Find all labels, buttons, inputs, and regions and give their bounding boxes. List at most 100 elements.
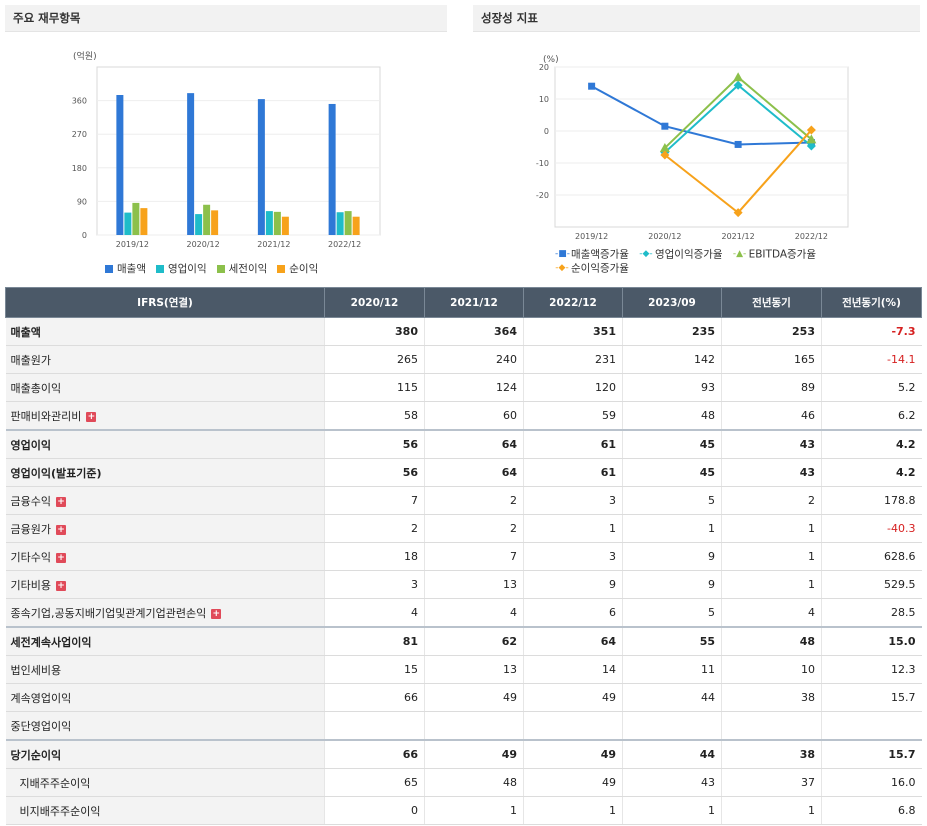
table-cell: 1 xyxy=(523,514,623,543)
table-cell: 2 xyxy=(424,514,524,543)
table-cell: 64 xyxy=(424,429,524,459)
bar-chart-legend: 매출액 영업이익 세전이익 순이익 xyxy=(105,261,328,276)
table-cell xyxy=(324,711,425,741)
table-cell: 38 xyxy=(721,683,822,712)
table-cell: 62 xyxy=(424,626,524,656)
row-label: 기타수익 + xyxy=(5,542,325,571)
legend-swatch xyxy=(277,265,286,273)
legend-label: 영업이익 xyxy=(167,263,207,275)
table-cell: 15.0 xyxy=(821,626,922,656)
table-cell: 61 xyxy=(523,429,623,459)
expand-plus-icon[interactable]: + xyxy=(55,552,66,563)
table-cell xyxy=(821,711,922,741)
row-label: 매출총이익 xyxy=(5,373,325,402)
table-cell: 253 xyxy=(721,317,822,346)
table-cell: 529.5 xyxy=(821,570,922,599)
table-cell: 142 xyxy=(622,345,722,374)
legend-label: 영업이익증가율 xyxy=(654,248,723,261)
legend-item: 영업이익 xyxy=(155,261,207,276)
row-label: 판매비와관리비 + xyxy=(5,401,325,431)
y-tick-label: 360 xyxy=(72,97,87,106)
y-tick-label: 10 xyxy=(539,95,549,104)
expand-plus-icon[interactable]: + xyxy=(55,524,66,535)
x-tick-label: 2020/12 xyxy=(648,232,681,241)
table-cell: 45 xyxy=(622,429,722,459)
table-cell: 66 xyxy=(324,683,425,712)
row-label: 중단영업이익 xyxy=(5,711,325,741)
row-label: 금융원가 + xyxy=(5,514,325,543)
table-cell: 0 xyxy=(324,796,425,825)
bar xyxy=(352,216,360,235)
table-cell: -40.3 xyxy=(821,514,922,543)
table-row: 금융원가 +2 2 1 1 1 -40.3 xyxy=(5,514,922,543)
x-tick-label: 2020/12 xyxy=(187,240,220,249)
legend-swatch xyxy=(155,265,164,273)
bar xyxy=(140,208,148,235)
main-financial-items-panel: 주요 재무항목 0 90 180 270 360 (억원) 2019/12 2020/12 20… xyxy=(5,5,447,285)
table-cell: 13 xyxy=(424,655,524,684)
table-cell: 64 xyxy=(424,458,524,487)
table-cell: 165 xyxy=(721,345,822,374)
x-tick-label: 2022/12 xyxy=(795,232,828,241)
table-row: 기타비용 +3 13 9 9 1 529.5 xyxy=(5,570,922,599)
table-cell: 351 xyxy=(523,317,623,346)
table-cell: 58 xyxy=(324,401,425,431)
line-chart-legend: -■-매출액증가율 -◆- 영업이익증가율 -▲- EBITDA증가율-◆- 순이익증가율 xyxy=(555,248,855,275)
table-cell: 60 xyxy=(424,401,524,431)
table-cell: 44 xyxy=(622,739,722,769)
bar xyxy=(195,214,203,235)
square-marker-icon: -■- xyxy=(555,249,570,259)
table-cell: 5.2 xyxy=(821,373,922,402)
table-row: 법인세비용 15 13 14 11 10 12.3 xyxy=(5,655,922,684)
expand-plus-icon[interactable]: + xyxy=(86,411,97,422)
row-label-text: 금융원가 xyxy=(10,522,51,536)
table-row: 매출총이익 115 124 120 93 89 5.2 xyxy=(5,373,922,402)
table-cell: 265 xyxy=(324,345,425,374)
table-cell: 43 xyxy=(721,429,822,459)
row-label: 지배주주순이익 xyxy=(5,768,325,797)
expand-plus-icon[interactable]: + xyxy=(211,608,222,619)
legend-label: 매출액 xyxy=(117,263,146,275)
financial-statement-table: IFRS(연결) 2020/12 2021/12 2022/12 2023/09 전년동기… xyxy=(5,287,922,825)
table-cell: 55 xyxy=(622,626,722,656)
table-cell: 1 xyxy=(424,796,524,825)
table-row: 세전계속사업이익 81 62 64 55 48 15.0 xyxy=(5,626,922,656)
table-cell: 2 xyxy=(721,486,822,515)
row-label-text: 비지배주주순이익 xyxy=(19,804,101,818)
table-cell: 28.5 xyxy=(821,598,922,628)
row-label: 매출액 xyxy=(5,317,325,346)
row-label: 매출원가 xyxy=(5,345,325,374)
expand-plus-icon[interactable]: + xyxy=(55,496,66,507)
table-cell: 46 xyxy=(721,401,822,431)
legend-label: EBITDA증가율 xyxy=(748,248,817,261)
row-label-text: 기타수익 xyxy=(10,550,51,564)
table-row: 영업이익 56 64 61 45 43 4.2 xyxy=(5,429,922,459)
data-point xyxy=(588,82,596,90)
table-cell: 124 xyxy=(424,373,524,402)
table-cell: 4 xyxy=(424,598,524,628)
table-cell: 49 xyxy=(523,768,623,797)
legend-item: -■-매출액증가율 xyxy=(555,248,629,262)
y-axis-label: (%) xyxy=(543,55,559,65)
table-cell: 1 xyxy=(622,514,722,543)
table-row: 중단영업이익 xyxy=(5,711,922,741)
row-label-text: 법인세비용 xyxy=(10,663,62,677)
bar xyxy=(273,211,281,235)
table-cell: 44 xyxy=(622,683,722,712)
legend-swatch xyxy=(105,265,113,273)
table-cell: 61 xyxy=(523,458,623,487)
table-row: 판매비와관리비 +58 60 59 48 46 6.2 xyxy=(5,401,922,431)
y-tick-label: 0 xyxy=(82,231,87,240)
row-label: 금융수익 + xyxy=(5,486,325,515)
row-label-text: 매출원가 xyxy=(10,353,51,367)
table-cell: 81 xyxy=(324,626,425,656)
expand-plus-icon[interactable]: + xyxy=(55,580,66,591)
bar xyxy=(344,211,352,235)
table-cell: 66 xyxy=(324,739,425,769)
table-cell xyxy=(424,711,524,741)
row-label: 당기순이익 xyxy=(5,739,325,769)
table-row: 계속영업이익 66 49 49 44 38 15.7 xyxy=(5,683,922,712)
table-cell: 4.2 xyxy=(821,458,922,487)
table-cell: 1 xyxy=(523,796,623,825)
table-cell: 115 xyxy=(324,373,425,402)
